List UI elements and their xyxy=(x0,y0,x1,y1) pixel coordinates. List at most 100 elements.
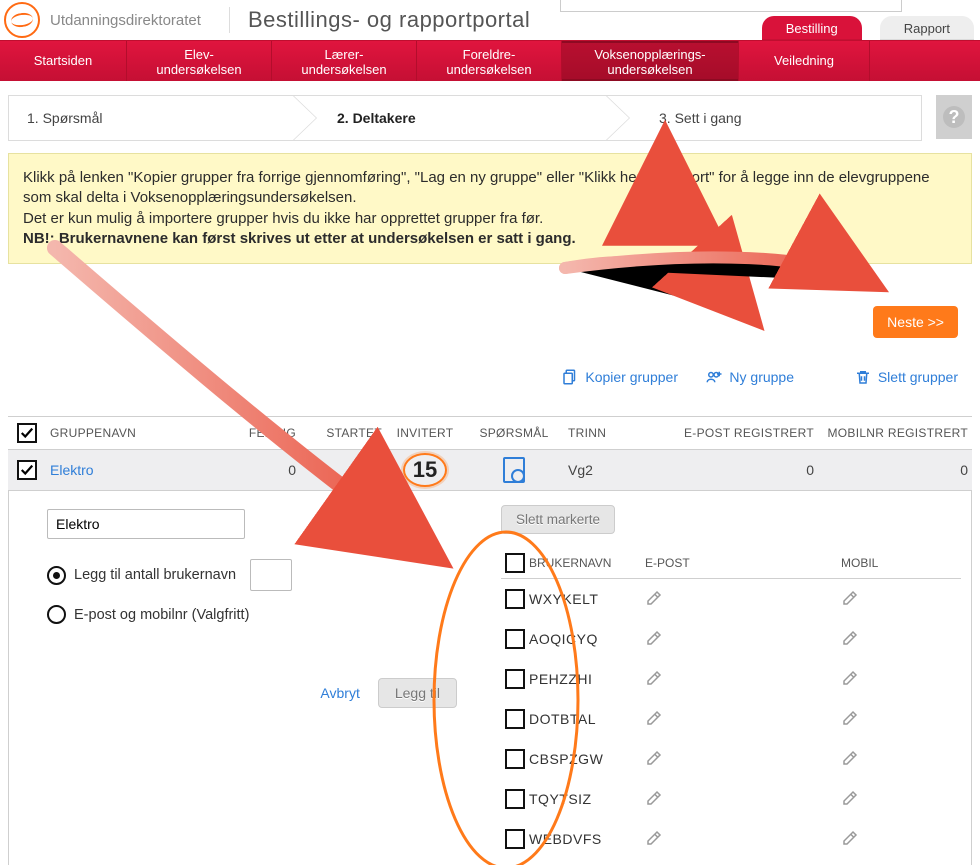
user-name: AOQICYQ xyxy=(529,631,645,647)
top-tab-rapport[interactable]: Rapport xyxy=(880,16,974,40)
nav-veiledning[interactable]: Veiledning xyxy=(739,41,870,81)
edit-icon[interactable] xyxy=(841,669,859,687)
th-trinn: TRINN xyxy=(564,426,646,440)
th-sporsmal: SPØRSMÅL xyxy=(464,426,564,440)
nav-voksen[interactable]: Voksenopplærings- undersøkelsen xyxy=(562,41,739,81)
nav-foreldre[interactable]: Foreldre- undersøkelsen xyxy=(417,41,562,81)
wizard-step-1[interactable]: 1. Spørsmål xyxy=(9,96,307,140)
user-select-all-checkbox[interactable] xyxy=(505,553,525,573)
user-checkbox[interactable] xyxy=(505,709,525,729)
nav-larer-l1: Lærer- xyxy=(272,47,416,62)
edit-icon[interactable] xyxy=(841,589,859,607)
user-mobil-edit[interactable] xyxy=(841,629,961,650)
edit-icon[interactable] xyxy=(645,789,663,807)
kopier-grupper-label: Kopier grupper xyxy=(585,369,678,385)
user-checkbox[interactable] xyxy=(505,829,525,849)
ny-gruppe-link[interactable]: Ny gruppe xyxy=(705,368,794,386)
nav-elev[interactable]: Elev- undersøkelsen xyxy=(127,41,272,81)
edit-icon[interactable] xyxy=(645,829,663,847)
user-epost-edit[interactable] xyxy=(645,709,841,730)
user-checkbox[interactable] xyxy=(505,749,525,769)
user-row: JTHALEN xyxy=(501,859,961,865)
user-name: WXYKELT xyxy=(529,591,645,607)
user-checkbox[interactable] xyxy=(505,629,525,649)
th-gruppenavn: GRUPPENAVN xyxy=(46,426,218,440)
group-name-input[interactable] xyxy=(47,509,245,539)
edit-icon[interactable] xyxy=(841,709,859,727)
nav-larer-l2: undersøkelsen xyxy=(272,62,416,77)
edit-icon[interactable] xyxy=(645,749,663,767)
wizard-step-3[interactable]: 3. Sett i gang xyxy=(619,96,921,140)
group-add-icon xyxy=(705,368,723,386)
user-name: WEBDVFS xyxy=(529,831,645,847)
help-button[interactable]: ? xyxy=(936,95,972,139)
user-epost-edit[interactable] xyxy=(645,629,841,650)
slett-grupper-label: Slett grupper xyxy=(878,369,958,385)
th-startet: STARTET xyxy=(300,426,386,440)
edit-icon[interactable] xyxy=(841,789,859,807)
sporsmal-view-icon[interactable] xyxy=(503,457,525,483)
user-row: WEBDVFS xyxy=(501,819,961,859)
group-trinn: Vg2 xyxy=(564,462,646,478)
ny-gruppe-label: Ny gruppe xyxy=(729,369,794,385)
kopier-grupper-link[interactable]: Kopier grupper xyxy=(561,368,678,386)
edit-icon[interactable] xyxy=(841,629,859,647)
user-mobil-edit[interactable] xyxy=(841,709,961,730)
trash-icon xyxy=(854,368,872,386)
add-count-input[interactable] xyxy=(250,559,292,591)
nav-elev-l1: Elev- xyxy=(127,47,271,62)
user-name: PEHZZHI xyxy=(529,671,645,687)
search-input[interactable] xyxy=(560,0,902,12)
group-name-link[interactable]: Elektro xyxy=(46,462,218,478)
wizard-arrow xyxy=(606,95,630,141)
edit-icon[interactable] xyxy=(841,749,859,767)
user-mobil-edit[interactable] xyxy=(841,589,961,610)
neste-button[interactable]: Neste >> xyxy=(873,306,958,338)
user-epost-edit[interactable] xyxy=(645,749,841,770)
info-banner: Klikk på lenken "Kopier grupper fra forr… xyxy=(8,153,972,264)
cancel-link[interactable]: Avbryt xyxy=(320,685,359,701)
user-row: WXYKELT xyxy=(501,579,961,619)
select-all-checkbox[interactable] xyxy=(17,423,37,443)
info-line-1: Klikk på lenken "Kopier grupper fra forr… xyxy=(23,168,957,209)
user-mobil-edit[interactable] xyxy=(841,749,961,770)
edit-icon[interactable] xyxy=(645,709,663,727)
edit-icon[interactable] xyxy=(645,669,663,687)
legg-til-button[interactable]: Legg til xyxy=(378,678,457,708)
edit-icon[interactable] xyxy=(645,589,663,607)
user-epost-edit[interactable] xyxy=(645,829,841,850)
slett-grupper-link[interactable]: Slett grupper xyxy=(854,368,958,386)
nav-foreldre-l1: Foreldre- xyxy=(417,47,561,62)
user-checkbox[interactable] xyxy=(505,589,525,609)
top-tab-bestilling[interactable]: Bestilling xyxy=(762,16,862,40)
user-mobil-edit[interactable] xyxy=(841,669,961,690)
user-epost-edit[interactable] xyxy=(645,789,841,810)
nav-larer[interactable]: Lærer- undersøkelsen xyxy=(272,41,417,81)
help-icon: ? xyxy=(943,106,965,128)
user-checkbox[interactable] xyxy=(505,669,525,689)
slett-markerte-button[interactable]: Slett markerte xyxy=(501,505,615,534)
th-mobilreg: MOBILNR REGISTRERT xyxy=(818,426,972,440)
info-line-3: NB!: Brukernavnene kan først skrives ut … xyxy=(23,229,957,249)
user-name: DOTBTAL xyxy=(529,711,645,727)
group-checkbox[interactable] xyxy=(17,460,37,480)
user-mobil-edit[interactable] xyxy=(841,829,961,850)
nav-startsiden[interactable]: Startsiden xyxy=(0,41,127,81)
nav-voksen-l1: Voksenopplærings- xyxy=(562,47,738,62)
group-startet: 0 0 xyxy=(300,462,386,478)
group-row[interactable]: Elektro 0 0 0 15 Vg2 0 0 xyxy=(8,450,972,491)
user-mobil-edit[interactable] xyxy=(841,789,961,810)
user-checkbox[interactable] xyxy=(505,789,525,809)
radio-epost-mobil[interactable] xyxy=(47,605,66,624)
th-ferdig: FERDIG xyxy=(218,426,300,440)
radio-add-count[interactable] xyxy=(47,566,66,585)
group-expanded-panel: Legg til antall brukernavn E-post og mob… xyxy=(8,491,972,865)
uh-brukernav: BRUKERNAVN xyxy=(529,556,645,570)
user-epost-edit[interactable] xyxy=(645,669,841,690)
edit-icon[interactable] xyxy=(645,629,663,647)
edit-icon[interactable] xyxy=(841,829,859,847)
user-name: CBSPZGW xyxy=(529,751,645,767)
wizard-step-2: 2. Deltakere xyxy=(307,96,619,140)
nav-elev-l2: undersøkelsen xyxy=(127,62,271,77)
user-epost-edit[interactable] xyxy=(645,589,841,610)
